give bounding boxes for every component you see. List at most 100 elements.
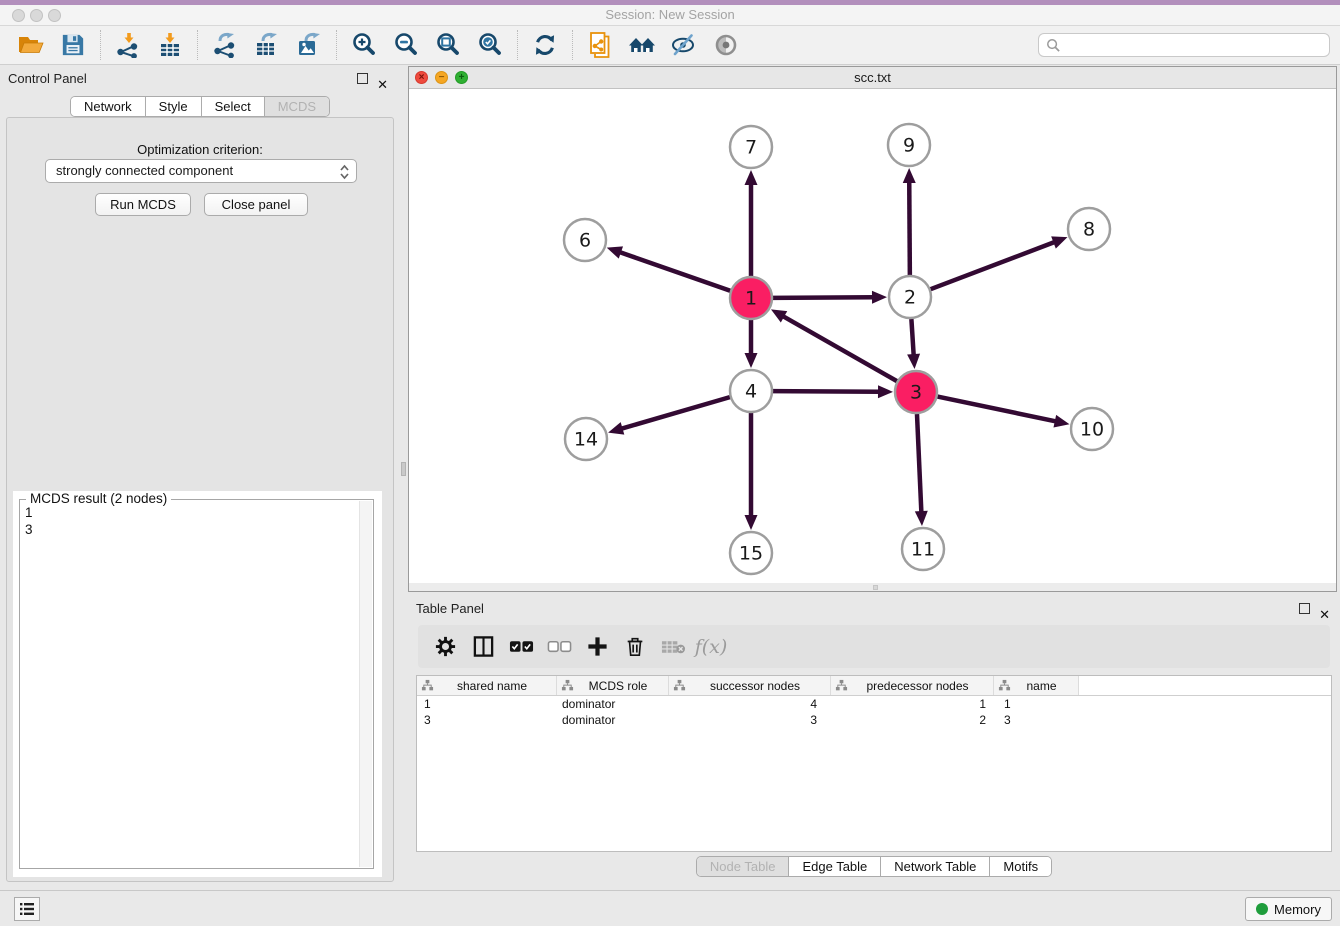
column-visibility-icon[interactable] <box>470 634 496 660</box>
float-panel-icon[interactable] <box>357 73 368 84</box>
network-canvas[interactable]: 7968124314101511 <box>409 89 1336 583</box>
graph-edge[interactable] <box>773 391 880 392</box>
list-icon <box>19 902 35 916</box>
export-network-icon[interactable] <box>211 31 239 59</box>
table-cell[interactable]: 1 <box>417 696 557 712</box>
tab-motifs[interactable]: Motifs <box>990 857 1051 876</box>
graph-edge[interactable] <box>909 181 910 275</box>
zoom-selected-icon[interactable] <box>476 31 504 59</box>
control-panel-tabs: NetworkStyleSelectMCDS <box>70 96 330 117</box>
network-window-titlebar[interactable]: × − + scc.txt <box>409 67 1336 89</box>
table-row[interactable]: 3dominator323 <box>417 712 1331 728</box>
show-panel-icon[interactable] <box>712 31 740 59</box>
function-builder-icon[interactable]: f(x) <box>698 634 724 660</box>
column-header-successor-nodes[interactable]: successor nodes <box>669 676 831 695</box>
table-cell[interactable]: dominator <box>557 712 669 728</box>
delete-column-icon[interactable] <box>622 634 648 660</box>
column-sort-icon <box>998 679 1011 692</box>
tab-select[interactable]: Select <box>202 97 265 116</box>
import-table-icon[interactable] <box>156 31 184 59</box>
table-cell[interactable]: 1 <box>994 696 1079 712</box>
graph-edge-arrowhead <box>745 170 758 185</box>
graph-edge[interactable] <box>911 319 913 356</box>
table-cell[interactable]: 3 <box>669 712 831 728</box>
tab-edge-table[interactable]: Edge Table <box>789 857 881 876</box>
new-network-from-selection-icon[interactable] <box>586 31 614 59</box>
close-panel-button[interactable]: Close panel <box>204 193 308 216</box>
tab-style[interactable]: Style <box>146 97 202 116</box>
graph-edge-arrowhead <box>607 246 623 258</box>
node-table: shared nameMCDS rolesuccessor nodesprede… <box>416 675 1332 852</box>
memory-status-icon <box>1256 903 1268 915</box>
tab-network-table[interactable]: Network Table <box>881 857 990 876</box>
column-sort-icon <box>835 679 848 692</box>
table-cell[interactable]: 3 <box>994 712 1079 728</box>
select-all-icon[interactable] <box>508 634 534 660</box>
zoom-out-icon[interactable] <box>392 31 420 59</box>
graph-edge[interactable] <box>917 414 921 513</box>
toolbar-separator <box>336 30 337 60</box>
resize-handle[interactable] <box>873 585 878 590</box>
table-cell[interactable]: 3 <box>417 712 557 728</box>
graph-node-label: 4 <box>745 381 757 403</box>
network-window-title: scc.txt <box>409 70 1336 85</box>
search-input[interactable] <box>1065 34 1325 56</box>
table-cell[interactable]: 1 <box>831 696 994 712</box>
task-history-button[interactable] <box>14 897 40 921</box>
apply-layout-icon[interactable] <box>531 31 559 59</box>
application-window: Session: New Session Control Panel <box>0 0 1340 926</box>
tab-mcds[interactable]: MCDS <box>265 97 329 116</box>
memory-button[interactable]: Memory <box>1245 897 1332 921</box>
column-header-name[interactable]: name <box>994 676 1079 695</box>
graph-edge[interactable] <box>938 397 1057 422</box>
graph-edge-arrowhead <box>878 385 893 398</box>
export-image-icon[interactable] <box>295 31 323 59</box>
table-cell[interactable]: dominator <box>557 696 669 712</box>
table-tabs-row: Node TableEdge TableNetwork TableMotifs <box>408 856 1340 877</box>
open-session-icon[interactable] <box>17 31 45 59</box>
first-neighbors-icon[interactable] <box>628 31 656 59</box>
table-cell[interactable]: 2 <box>831 712 994 728</box>
mcds-result-list[interactable]: 13 <box>25 504 357 866</box>
close-panel-icon[interactable]: ✕ <box>377 71 388 99</box>
tab-node-table[interactable]: Node Table <box>697 857 790 876</box>
graph-node-label: 9 <box>903 135 915 157</box>
table-settings-icon[interactable] <box>432 634 458 660</box>
graph-edge[interactable] <box>931 242 1056 289</box>
search-box[interactable] <box>1038 33 1330 57</box>
float-panel-icon[interactable] <box>1299 603 1310 614</box>
tab-network[interactable]: Network <box>71 97 146 116</box>
toolbar-separator <box>100 30 101 60</box>
result-scrollbar[interactable] <box>359 501 372 867</box>
run-mcds-button[interactable]: Run MCDS <box>95 193 191 216</box>
graph-edge-arrowhead <box>1051 236 1067 248</box>
import-network-icon[interactable] <box>114 31 142 59</box>
hide-panel-icon[interactable] <box>670 31 698 59</box>
column-header-predecessor-nodes[interactable]: predecessor nodes <box>831 676 994 695</box>
graph-edge-arrowhead <box>745 353 758 368</box>
graph-edge-arrowhead <box>608 422 624 434</box>
export-table-icon[interactable] <box>253 31 281 59</box>
main-toolbar <box>0 26 1340 65</box>
table-cell[interactable]: 4 <box>669 696 831 712</box>
zoom-fit-icon[interactable] <box>434 31 462 59</box>
add-column-icon[interactable] <box>584 634 610 660</box>
delete-table-icon[interactable] <box>660 634 686 660</box>
zoom-in-icon[interactable] <box>350 31 378 59</box>
column-header-shared-name[interactable]: shared name <box>417 676 557 695</box>
splitter-grip[interactable] <box>401 462 406 476</box>
graph-edge[interactable] <box>619 252 730 291</box>
panel-splitter[interactable] <box>400 65 408 890</box>
unselect-all-icon[interactable] <box>546 634 572 660</box>
column-sort-icon <box>421 679 434 692</box>
graph-edge[interactable] <box>621 397 730 429</box>
save-session-icon[interactable] <box>59 31 87 59</box>
optimization-criterion-select[interactable]: strongly connected component <box>45 159 357 183</box>
column-header-MCDS-role[interactable]: MCDS role <box>557 676 669 695</box>
graph-edge-arrowhead <box>745 515 758 530</box>
graph-edge[interactable] <box>782 316 897 381</box>
network-canvas-svg: 7968124314101511 <box>409 89 1336 583</box>
table-row[interactable]: 1dominator411 <box>417 696 1331 712</box>
graph-edge[interactable] <box>773 297 874 298</box>
toolbar-separator <box>572 30 573 60</box>
